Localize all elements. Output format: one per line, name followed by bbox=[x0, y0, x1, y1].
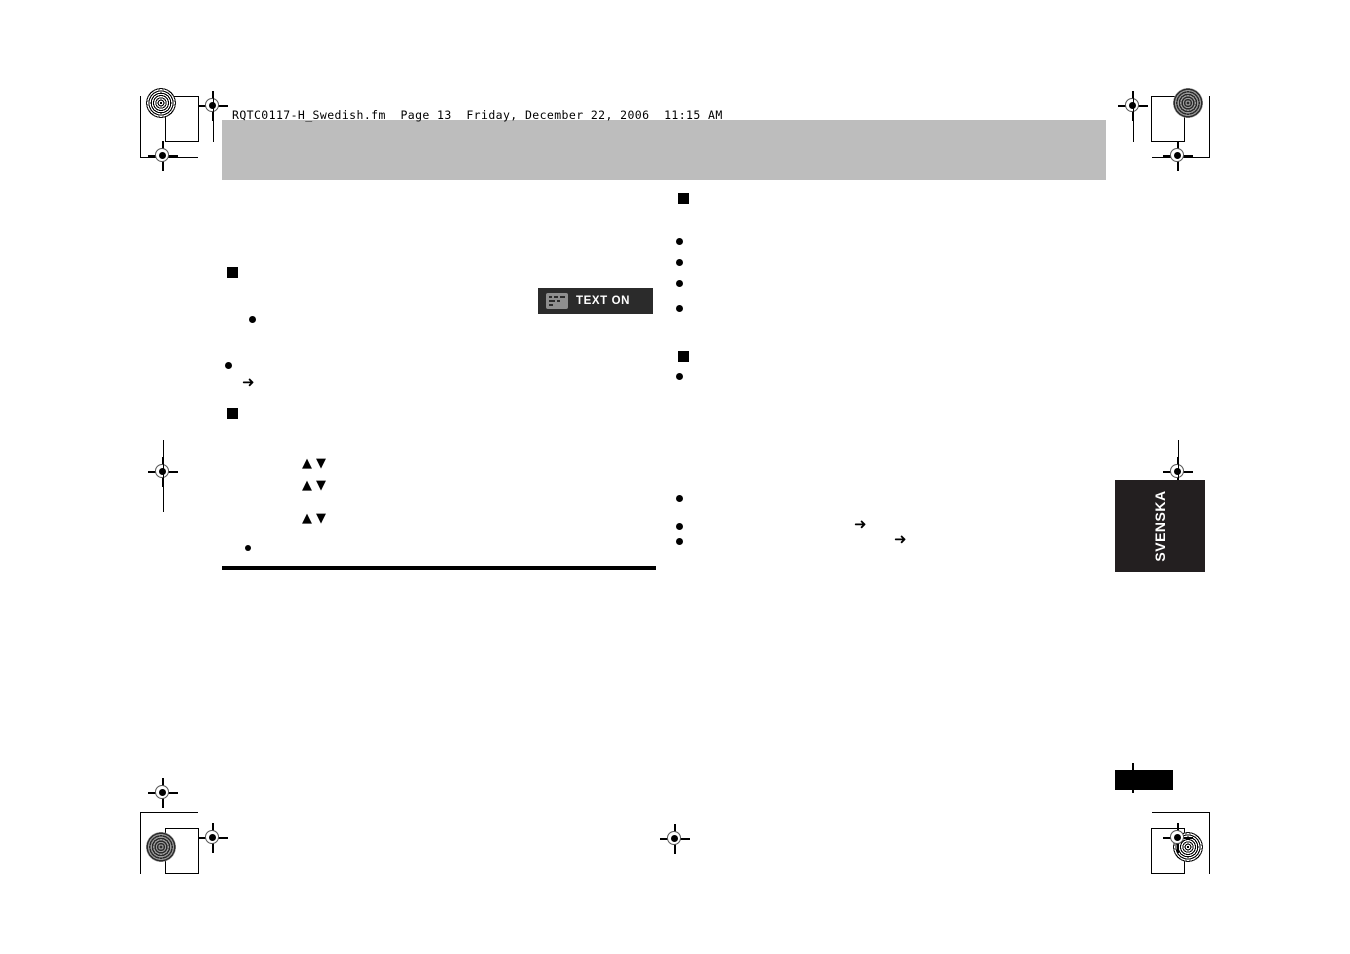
arrow-marker: ➜ bbox=[854, 515, 867, 533]
crop-line bbox=[1209, 96, 1210, 158]
section-bullet bbox=[678, 351, 689, 362]
language-tab-label: SVENSKA bbox=[1152, 490, 1168, 562]
crop-line bbox=[165, 828, 199, 829]
list-bullet bbox=[676, 238, 683, 245]
file-stamp: RQTC0117-H_Swedish.fm Page 13 Friday, De… bbox=[232, 108, 723, 122]
section-divider bbox=[222, 566, 656, 570]
registration-mark bbox=[1163, 141, 1193, 171]
teletext-icon bbox=[546, 293, 568, 309]
crop-line bbox=[140, 812, 141, 874]
registration-mark bbox=[1163, 823, 1193, 853]
list-bullet bbox=[245, 545, 251, 551]
crop-line bbox=[1209, 812, 1210, 874]
section-bullet bbox=[227, 408, 238, 419]
registration-mark bbox=[198, 823, 228, 853]
halftone-patch bbox=[1173, 88, 1203, 118]
crop-line bbox=[1151, 828, 1152, 874]
crop-line bbox=[1152, 812, 1210, 813]
manual-page: RQTC0117-H_Swedish.fm Page 13 Friday, De… bbox=[0, 0, 1350, 954]
arrow-marker: ➜ bbox=[894, 530, 907, 548]
crop-line bbox=[213, 96, 214, 142]
text-on-badge-label: TEXT ON bbox=[576, 295, 631, 307]
page-edge-tab-mark bbox=[1115, 770, 1173, 790]
updown-arrows: ▲▼ bbox=[302, 456, 330, 471]
updown-arrows: ▲▼ bbox=[302, 511, 330, 526]
crop-line bbox=[165, 873, 199, 874]
language-tab-svenska: SVENSKA bbox=[1115, 480, 1205, 572]
list-bullet bbox=[225, 362, 232, 369]
crop-line bbox=[140, 812, 198, 813]
arrow-marker: ➜ bbox=[242, 373, 255, 391]
list-bullet bbox=[676, 305, 683, 312]
list-bullet bbox=[676, 523, 683, 530]
halftone-patch bbox=[146, 88, 176, 118]
list-bullet bbox=[676, 495, 683, 502]
updown-arrows: ▲▼ bbox=[302, 478, 330, 493]
section-bullet bbox=[227, 267, 238, 278]
registration-mark bbox=[660, 824, 690, 854]
crop-line bbox=[163, 440, 164, 512]
section-bullet bbox=[678, 193, 689, 204]
crop-line bbox=[1151, 96, 1152, 142]
list-bullet bbox=[676, 280, 683, 287]
registration-mark bbox=[148, 778, 178, 808]
registration-mark bbox=[148, 141, 178, 171]
crop-line bbox=[1151, 873, 1185, 874]
list-bullet bbox=[676, 538, 683, 545]
header-banner bbox=[222, 120, 1106, 180]
text-on-badge: TEXT ON bbox=[538, 288, 653, 314]
list-bullet bbox=[676, 373, 683, 380]
crop-line bbox=[1133, 96, 1134, 142]
crop-line bbox=[140, 96, 141, 158]
list-bullet bbox=[676, 259, 683, 266]
halftone-patch bbox=[146, 832, 176, 862]
list-bullet bbox=[249, 316, 256, 323]
